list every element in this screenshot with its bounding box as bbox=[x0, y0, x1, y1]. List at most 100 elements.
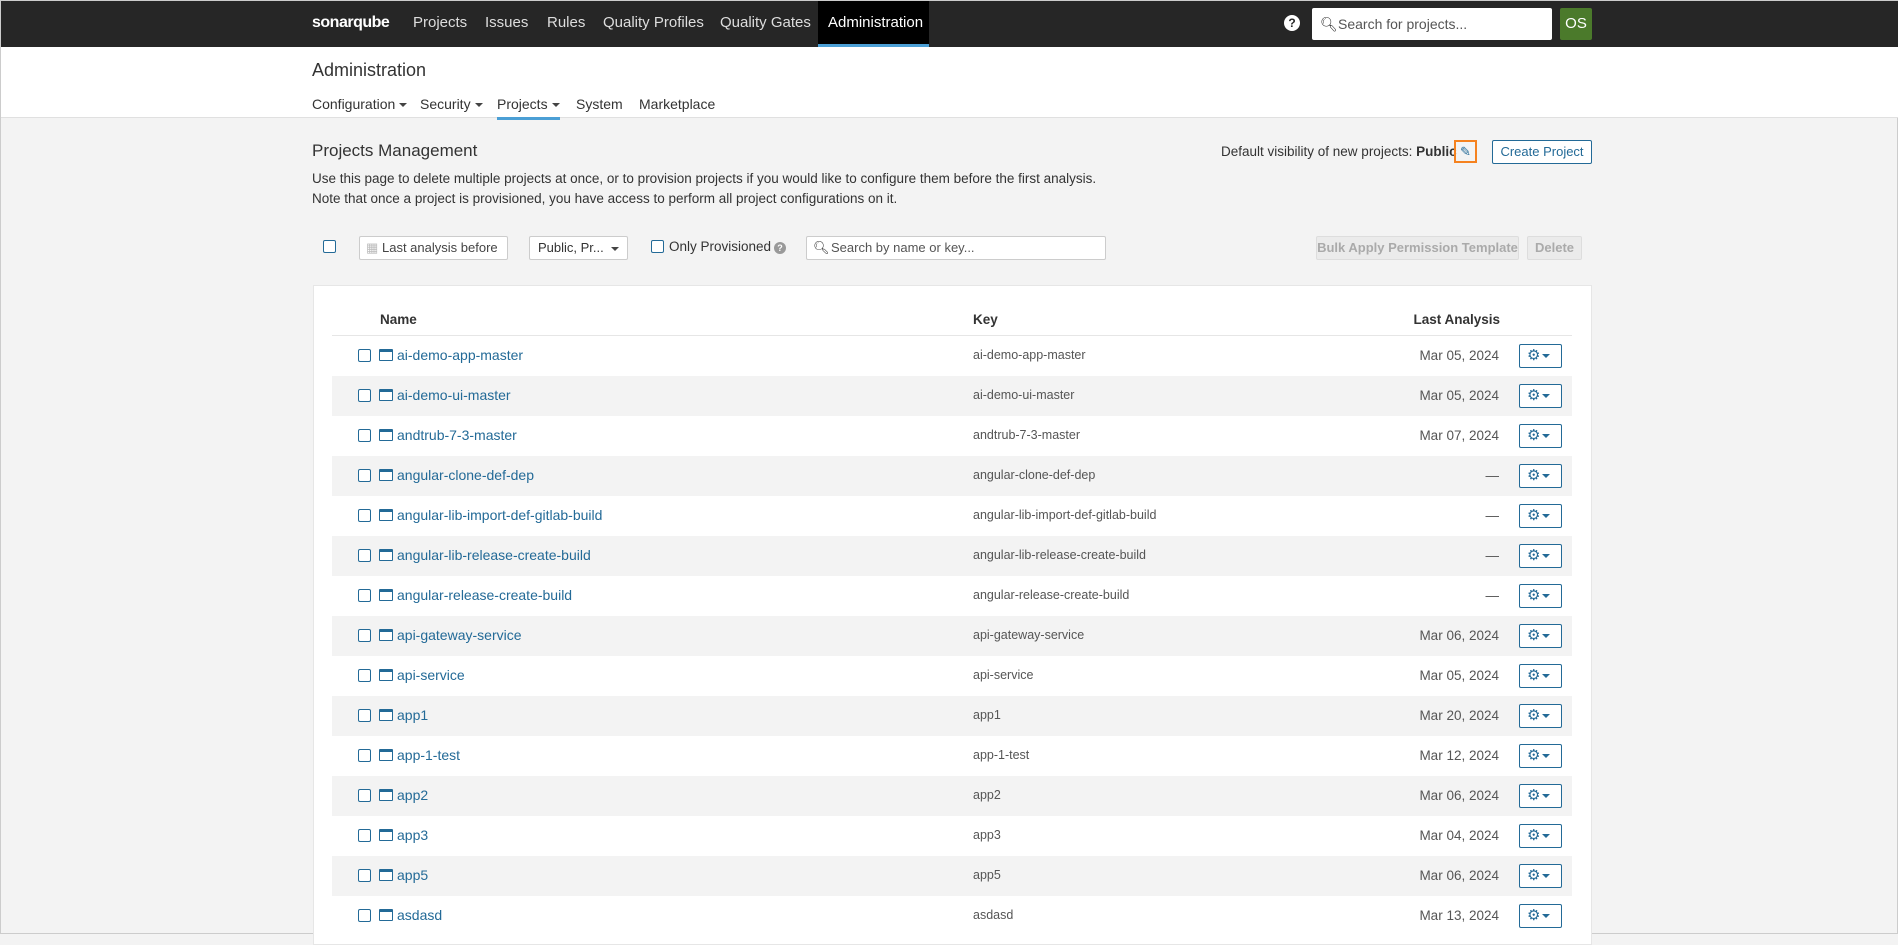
row-checkbox[interactable] bbox=[358, 909, 371, 922]
project-key: app1 bbox=[973, 708, 1001, 722]
project-actions-button[interactable]: ⚙ bbox=[1519, 784, 1562, 808]
last-analysis-date-input[interactable]: ▦Last analysis before bbox=[359, 236, 508, 260]
row-checkbox[interactable] bbox=[358, 669, 371, 682]
table-row: api-service api-service Mar 05, 2024 ⚙ bbox=[332, 656, 1572, 696]
subnav-configuration[interactable]: Configuration bbox=[312, 96, 407, 117]
caret-down-icon bbox=[475, 103, 483, 107]
row-checkbox[interactable] bbox=[358, 349, 371, 362]
table-row: angular-lib-import-def-gitlab-build angu… bbox=[332, 496, 1572, 536]
project-key: andtrub-7-3-master bbox=[973, 428, 1080, 442]
project-name: api-gateway-service bbox=[397, 627, 522, 643]
user-avatar[interactable]: OS bbox=[1560, 8, 1592, 40]
project-name-link[interactable]: angular-lib-release-create-build bbox=[379, 547, 591, 563]
bulk-apply-permission-template-button[interactable]: Bulk Apply Permission Template bbox=[1316, 236, 1519, 260]
subnav-projects[interactable]: Projects bbox=[497, 96, 560, 120]
sonarqube-logo[interactable]: sonarqube bbox=[312, 14, 389, 32]
subnav-marketplace[interactable]: Marketplace bbox=[639, 96, 715, 117]
row-checkbox[interactable] bbox=[358, 789, 371, 802]
nav-projects[interactable]: Projects bbox=[403, 1, 477, 47]
caret-down-icon bbox=[1542, 474, 1550, 478]
label: Projects bbox=[497, 96, 548, 112]
project-actions-button[interactable]: ⚙ bbox=[1519, 824, 1562, 848]
gear-icon: ⚙ bbox=[1527, 787, 1540, 804]
last-analysis: — bbox=[1486, 548, 1500, 563]
nav-rules[interactable]: Rules bbox=[537, 1, 595, 47]
row-checkbox[interactable] bbox=[358, 829, 371, 842]
project-name-link[interactable]: app5 bbox=[379, 867, 428, 883]
project-actions-button[interactable]: ⚙ bbox=[1519, 424, 1562, 448]
caret-down-icon bbox=[1542, 634, 1550, 638]
project-name-link[interactable]: app2 bbox=[379, 787, 428, 803]
project-key: angular-lib-release-create-build bbox=[973, 548, 1146, 562]
project-name-link[interactable]: ai-demo-app-master bbox=[379, 347, 523, 363]
row-checkbox[interactable] bbox=[358, 709, 371, 722]
project-actions-button[interactable]: ⚙ bbox=[1519, 504, 1562, 528]
row-checkbox[interactable] bbox=[358, 509, 371, 522]
project-icon bbox=[379, 749, 393, 761]
row-checkbox[interactable] bbox=[358, 469, 371, 482]
edit-visibility-pencil-icon[interactable]: ✎ bbox=[1454, 140, 1477, 163]
subnav-security[interactable]: Security bbox=[420, 96, 483, 117]
project-actions-button[interactable]: ⚙ bbox=[1519, 624, 1562, 648]
project-name-link[interactable]: app1 bbox=[379, 707, 428, 723]
project-name: angular-release-create-build bbox=[397, 587, 572, 603]
project-name-link[interactable]: angular-release-create-build bbox=[379, 587, 572, 603]
only-provisioned-label[interactable]: Only Provisioned bbox=[669, 239, 771, 254]
nav-administration[interactable]: Administration bbox=[818, 1, 929, 47]
only-provisioned-checkbox[interactable] bbox=[651, 240, 664, 253]
project-name-link[interactable]: angular-clone-def-dep bbox=[379, 467, 534, 483]
table-row: andtrub-7-3-master andtrub-7-3-master Ma… bbox=[332, 416, 1572, 456]
project-actions-button[interactable]: ⚙ bbox=[1519, 544, 1562, 568]
caret-down-icon bbox=[1542, 434, 1550, 438]
project-name-link[interactable]: api-service bbox=[379, 667, 465, 683]
table-row: angular-lib-release-create-build angular… bbox=[332, 536, 1572, 576]
project-actions-button[interactable]: ⚙ bbox=[1519, 664, 1562, 688]
global-search-input[interactable]: 🔍︎Search for projects... bbox=[1312, 8, 1552, 40]
help-icon[interactable]: ? bbox=[1284, 15, 1300, 31]
create-project-button[interactable]: Create Project bbox=[1492, 140, 1592, 164]
nav-quality-gates[interactable]: Quality Gates bbox=[710, 1, 821, 47]
project-name: angular-lib-import-def-gitlab-build bbox=[397, 507, 602, 523]
project-actions-button[interactable]: ⚙ bbox=[1519, 584, 1562, 608]
project-name-link[interactable]: app-1-test bbox=[379, 747, 460, 763]
delete-button[interactable]: Delete bbox=[1527, 236, 1582, 260]
project-key: api-gateway-service bbox=[973, 628, 1084, 642]
select-all-checkbox[interactable] bbox=[323, 240, 336, 253]
project-name-link[interactable]: andtrub-7-3-master bbox=[379, 427, 517, 443]
nav-issues[interactable]: Issues bbox=[475, 1, 538, 47]
project-key: ai-demo-app-master bbox=[973, 348, 1086, 362]
row-checkbox[interactable] bbox=[358, 749, 371, 762]
row-checkbox[interactable] bbox=[358, 429, 371, 442]
project-actions-button[interactable]: ⚙ bbox=[1519, 864, 1562, 888]
last-analysis: Mar 05, 2024 bbox=[1419, 668, 1499, 683]
last-analysis: — bbox=[1486, 588, 1500, 603]
search-icon: 🔍︎ bbox=[813, 237, 830, 259]
project-name-link[interactable]: angular-lib-import-def-gitlab-build bbox=[379, 507, 602, 523]
project-search-input[interactable]: 🔍︎Search by name or key... bbox=[806, 236, 1106, 260]
project-icon bbox=[379, 909, 393, 921]
projects-table: Name Key Last Analysis ai-demo-app-maste… bbox=[313, 285, 1592, 945]
project-actions-button[interactable]: ⚙ bbox=[1519, 904, 1562, 928]
project-name-link[interactable]: app3 bbox=[379, 827, 428, 843]
gear-icon: ⚙ bbox=[1527, 867, 1540, 884]
visibility-select[interactable]: Public, Pr... bbox=[529, 236, 628, 260]
gear-icon: ⚙ bbox=[1527, 827, 1540, 844]
row-checkbox[interactable] bbox=[358, 389, 371, 402]
subnav-system[interactable]: System bbox=[576, 96, 623, 117]
project-name-link[interactable]: asdasd bbox=[379, 907, 442, 923]
row-checkbox[interactable] bbox=[358, 629, 371, 642]
project-actions-button[interactable]: ⚙ bbox=[1519, 384, 1562, 408]
project-name-link[interactable]: api-gateway-service bbox=[379, 627, 522, 643]
project-actions-button[interactable]: ⚙ bbox=[1519, 744, 1562, 768]
project-actions-button[interactable]: ⚙ bbox=[1519, 704, 1562, 728]
row-checkbox[interactable] bbox=[358, 589, 371, 602]
project-actions-button[interactable]: ⚙ bbox=[1519, 344, 1562, 368]
project-name-link[interactable]: ai-demo-ui-master bbox=[379, 387, 511, 403]
admin-header: Administration Configuration Security Pr… bbox=[1, 47, 1898, 118]
project-actions-button[interactable]: ⚙ bbox=[1519, 464, 1562, 488]
row-checkbox[interactable] bbox=[358, 869, 371, 882]
gear-icon: ⚙ bbox=[1527, 707, 1540, 724]
help-icon[interactable]: ? bbox=[774, 242, 786, 254]
nav-quality-profiles[interactable]: Quality Profiles bbox=[593, 1, 714, 47]
row-checkbox[interactable] bbox=[358, 549, 371, 562]
